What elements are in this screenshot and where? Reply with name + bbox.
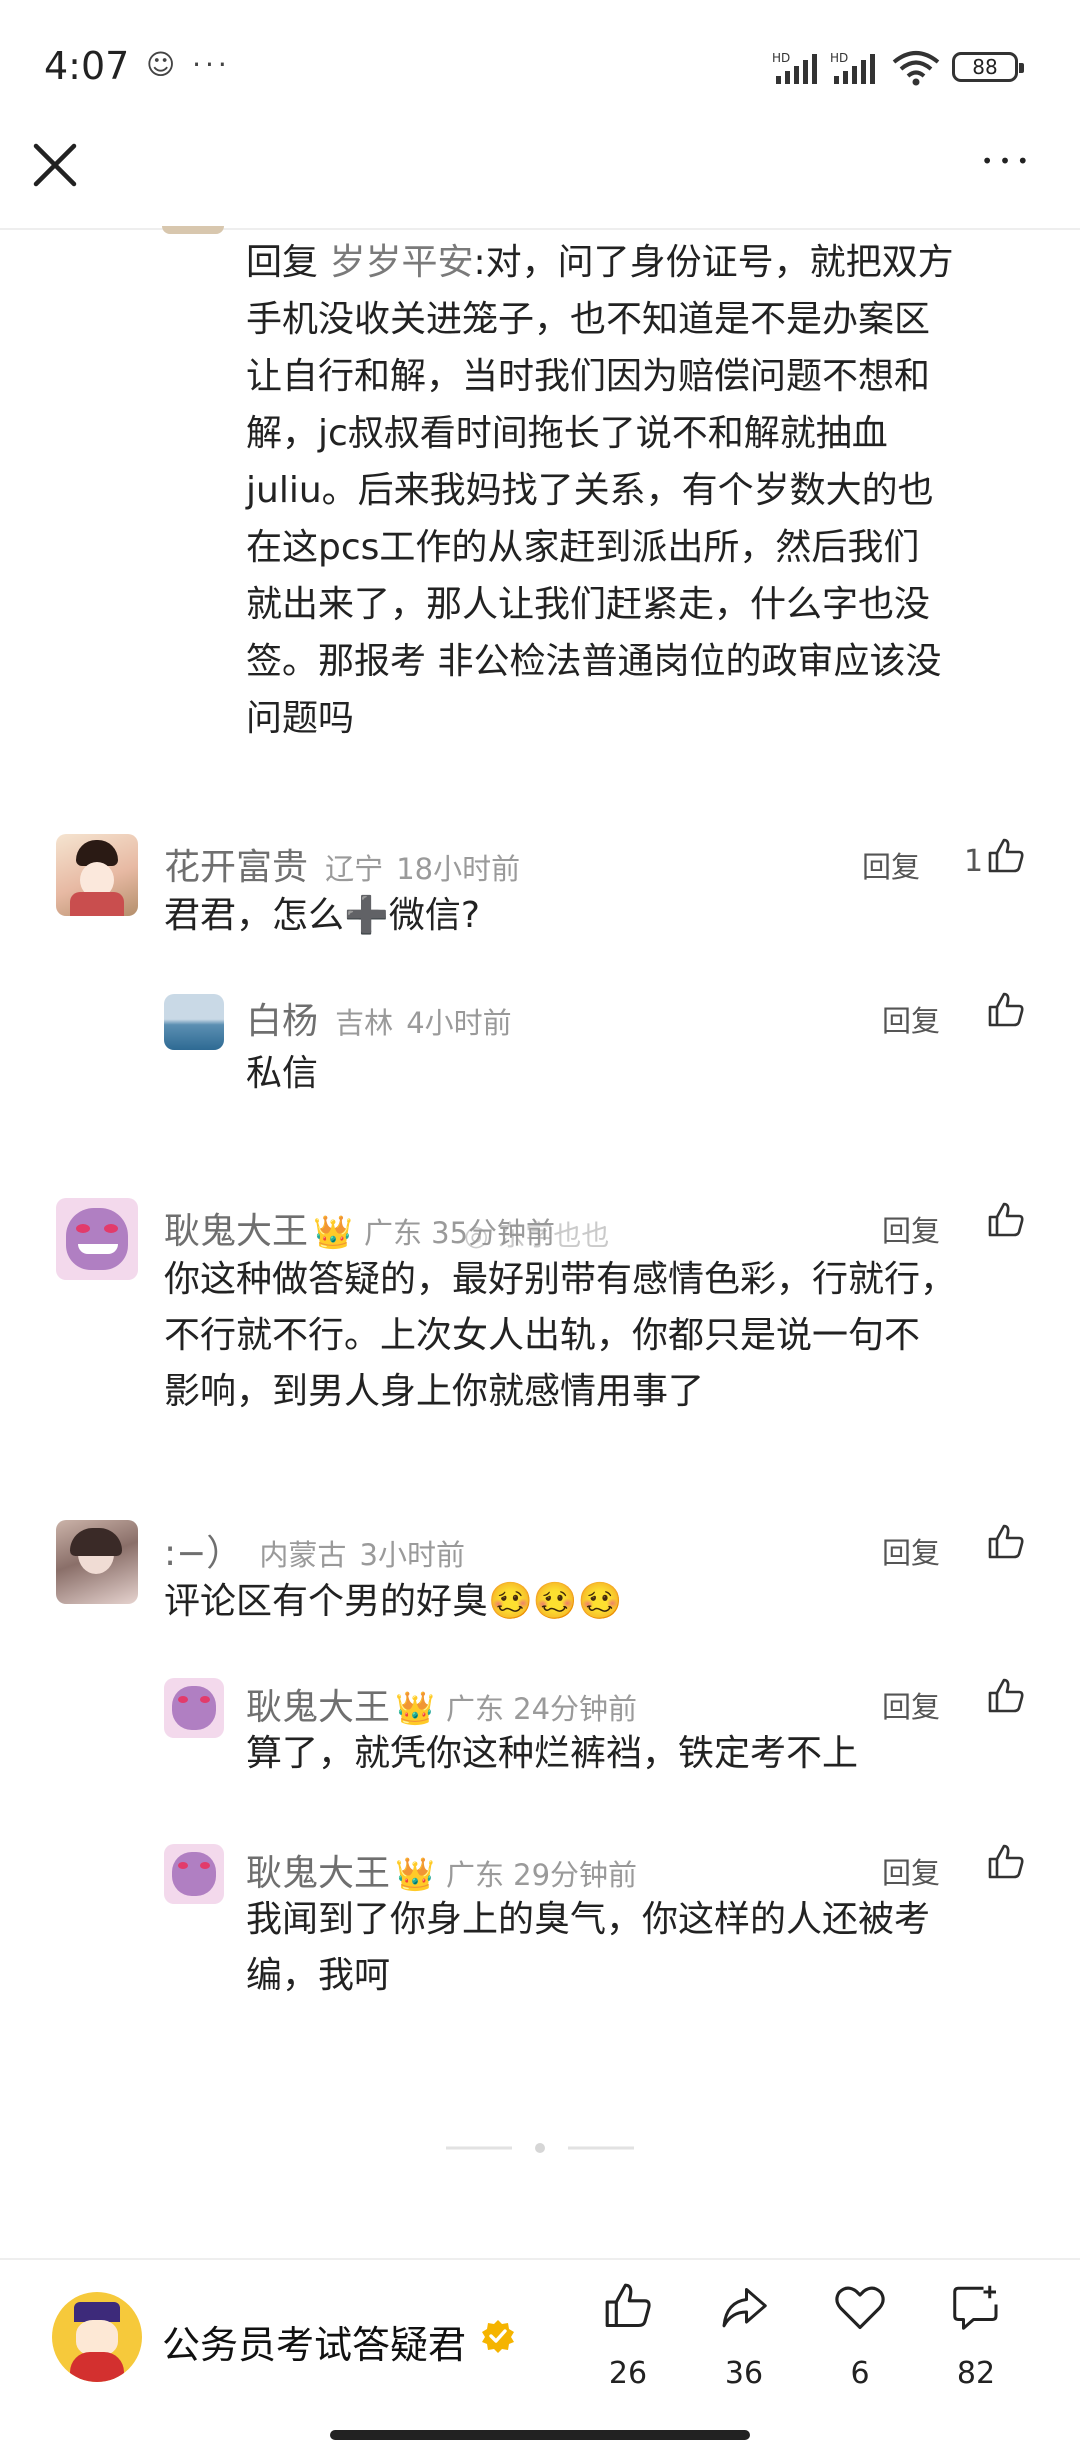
reply-avatar-partial: [162, 226, 224, 234]
status-time: 4:07: [44, 44, 130, 88]
avatar[interactable]: [56, 1198, 138, 1280]
comment-location: 辽宁: [325, 852, 384, 886]
reply-location: 吉林: [335, 1006, 394, 1040]
commenter-name[interactable]: 耿鬼大王: [164, 1211, 308, 1252]
reply-button[interactable]: 回复: [882, 998, 940, 1040]
replier-name[interactable]: 白杨: [246, 1001, 318, 1042]
reply-line: 编，我呵: [246, 1955, 391, 1996]
battery-indicator: 88: [952, 52, 1024, 82]
reply-location: 广东: [446, 1858, 505, 1892]
signal2-label: HD: [830, 51, 848, 65]
comment-line: 评论区有个男的好臭: [164, 1581, 489, 1622]
bottom-divider: [0, 2258, 1080, 2260]
comment-item: 花开富贵 辽宁 18小时前 回复 1 君君，怎么➕微信? 白杨 吉林 4小时前 …: [0, 820, 1080, 1120]
comment-count: 82: [956, 2356, 996, 2391]
reply-line: 算了，就凭你这种烂裤裆，铁定考不上: [246, 1733, 859, 1774]
watermark: ◎ 东字也也: [464, 1214, 609, 1254]
comment-time: 3小时前: [359, 1538, 465, 1572]
reply-line: 我闻到了你身上的臭气，你这样的人还被考: [246, 1899, 931, 1940]
reply-text: 我闻到了你身上的臭气，你这样的人还被考 编，我呵: [246, 1892, 1046, 2004]
reply-line: :对，问了身份证号，就把双方: [473, 242, 954, 283]
like-icon[interactable]: [986, 1522, 1026, 1562]
avatar[interactable]: [164, 1678, 224, 1738]
like-count: 1: [964, 844, 984, 879]
reply-line: 手机没收关进笼子，也不知道是不是办案区: [246, 299, 931, 340]
like-icon[interactable]: [602, 2280, 654, 2332]
reply-line: 问题吗: [246, 698, 355, 739]
commenter-name[interactable]: 花开富贵: [164, 847, 308, 888]
share-icon[interactable]: [718, 2282, 770, 2332]
more-options-button[interactable]: •••: [972, 140, 1044, 190]
watermark-icon: ◎: [464, 1219, 489, 1252]
comment-location: 内蒙古: [259, 1538, 347, 1572]
reply-line: 就出来了，那人让我们赶紧走，什么字也没: [246, 584, 931, 625]
like-icon[interactable]: [986, 836, 1026, 876]
home-indicator[interactable]: [330, 2430, 750, 2440]
signal1-label: HD: [772, 51, 790, 65]
reply-time: 24分钟前: [513, 1692, 638, 1726]
replier-name[interactable]: 耿鬼大王: [246, 1687, 390, 1728]
reply-line: juliu。后来我妈找了关系，有个岁数大的也: [246, 470, 934, 511]
avatar[interactable]: [56, 1520, 138, 1604]
comment-line: 影响，到男人身上你就感情用事了: [164, 1371, 705, 1412]
reply-text: 回复 岁岁平安:对，问了身份证号，就把双方 手机没收关进笼子，也不知道是不是办案…: [246, 234, 1046, 747]
verified-icon: [482, 2320, 514, 2353]
signal-icon: HD: [830, 51, 875, 84]
reply-button[interactable]: 回复: [882, 1684, 940, 1726]
comment-location: 广东: [364, 1216, 423, 1250]
crown-badge-icon: 👑: [395, 1689, 435, 1727]
more-icon: •••: [981, 149, 1035, 173]
author-avatar[interactable]: [52, 2292, 142, 2382]
reply-line-1: 回复 岁岁平安:对，问了身份证号，就把双方: [246, 234, 1046, 291]
comment-text: 你这种做答疑的，最好别带有感情色彩，行就行， 不行就不行。上次女人出轨，你都只是…: [164, 1252, 1044, 1420]
avatar[interactable]: [164, 1844, 224, 1904]
share-count: 36: [724, 2356, 764, 2391]
like-icon[interactable]: [986, 1676, 1026, 1716]
wifi-icon: [892, 51, 940, 86]
like-icon[interactable]: [986, 1200, 1026, 1240]
reply-button[interactable]: 回复: [862, 844, 920, 886]
signal-icon: HD: [772, 51, 817, 84]
comment-icon[interactable]: [950, 2282, 1002, 2332]
reply-location: 广东: [446, 1692, 505, 1726]
page-indicator: [446, 2143, 634, 2153]
commenter-name[interactable]: :−）: [164, 1533, 242, 1574]
reply-text: 算了，就凭你这种烂裤裆，铁定考不上: [246, 1726, 858, 1782]
comment-time: 18小时前: [396, 852, 521, 886]
favorite-count: 6: [850, 2356, 870, 2391]
avatar[interactable]: [164, 994, 224, 1050]
status-notification-icons: ☺ ···: [146, 48, 231, 81]
heart-icon[interactable]: [834, 2284, 886, 2332]
reply-mention[interactable]: 岁岁平安: [329, 242, 473, 283]
reply-line: 签。那报考 非公检法普通岗位的政审应该没: [246, 641, 942, 682]
reply-line: 解，jc叔叔看时间拖长了说不和解就抽血: [246, 413, 888, 454]
reply-button[interactable]: 回复: [882, 1530, 940, 1572]
like-icon[interactable]: [986, 1842, 1026, 1882]
reply-time: 4小时前: [406, 1006, 512, 1040]
crown-badge-icon: 👑: [395, 1855, 435, 1893]
like-icon[interactable]: [986, 990, 1026, 1030]
replier-name[interactable]: 耿鬼大王: [246, 1853, 390, 1894]
comment-item: 耿鬼大王 👑 广东 35分钟前 ◎ 东字也也 回复 你这种做答疑的，最好别带有感…: [0, 1190, 1080, 1430]
reply-button[interactable]: 回复: [882, 1208, 940, 1250]
comment-text: 君君，怎么➕微信?: [164, 895, 480, 936]
close-icon[interactable]: [28, 138, 82, 192]
crown-badge-icon: 👑: [313, 1213, 353, 1251]
comment-line: 不行就不行。上次女人出轨，你都只是说一句不: [164, 1315, 921, 1356]
reply-button[interactable]: 回复: [882, 1850, 940, 1892]
comment-item: :−） 内蒙古 3小时前 回复 评论区有个男的好臭🥴🥴🥴 耿鬼大王 👑 广东 2…: [0, 1512, 1080, 2032]
reply-line: 在这pcs工作的从家赶到派出所，然后我们: [246, 527, 920, 568]
reply-prefix: 回复: [246, 242, 319, 283]
reply-time: 29分钟前: [513, 1858, 638, 1892]
like-count: 26: [608, 2356, 648, 2391]
emoji-icon: 🥴🥴🥴: [488, 1581, 623, 1622]
avatar[interactable]: [56, 834, 138, 916]
reply-line: 让自行和解，当时我们因为赔偿问题不想和: [246, 356, 931, 397]
reply-text: 私信: [246, 1053, 319, 1094]
author-name[interactable]: 公务员考试答疑君: [162, 2314, 466, 2369]
watermark-text: 东字也也: [497, 1219, 610, 1252]
comment-line: 你这种做答疑的，最好别带有感情色彩，行就行，: [164, 1259, 957, 1300]
comment-text: 评论区有个男的好臭🥴🥴🥴: [164, 1574, 623, 1630]
